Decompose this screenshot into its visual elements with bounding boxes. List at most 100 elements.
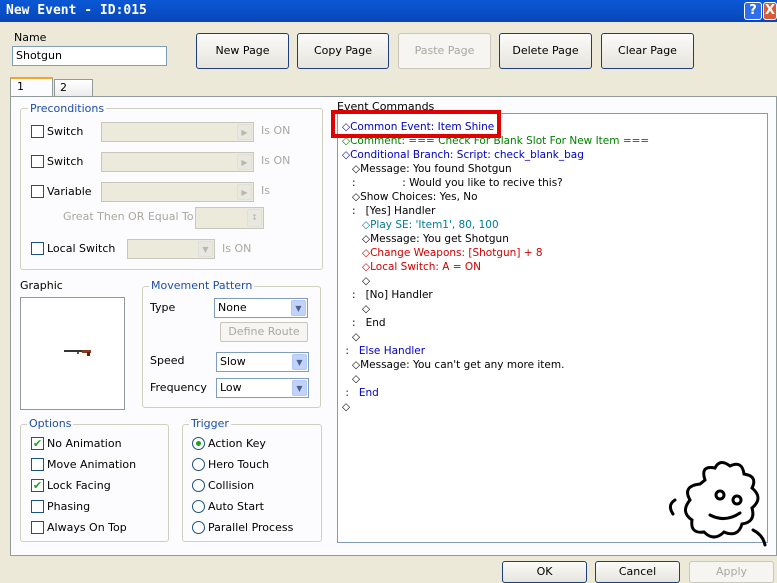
chevron-down-icon: ▼ (291, 300, 306, 316)
event-command-line[interactable]: ◇ (342, 302, 370, 316)
trigger-radio[interactable] (192, 521, 205, 534)
event-command-line[interactable]: : End (342, 386, 379, 400)
type-select[interactable]: None ▼ (214, 298, 308, 318)
event-command-line[interactable]: : End (342, 316, 386, 330)
event-command-line[interactable]: : : Would you like to recive this? (342, 176, 563, 190)
switch1-select[interactable]: ▶ (101, 122, 254, 142)
movement-legend: Movement Pattern (149, 279, 255, 292)
clear-page-button[interactable]: Clear Page (601, 33, 694, 69)
window-title: New Event - ID:015 (6, 3, 147, 18)
option-checkbox[interactable] (31, 458, 44, 471)
apply-button[interactable]: Apply (689, 561, 774, 583)
doodle-face-icon (668, 461, 767, 547)
trigger-label: Parallel Process (208, 521, 294, 534)
trigger-radio[interactable] (192, 437, 205, 450)
event-command-line[interactable]: ◇Local Switch: A = ON (342, 260, 481, 274)
option-checkbox[interactable]: ✔ (31, 437, 44, 450)
switch2-checkbox[interactable] (31, 155, 44, 168)
option-label: No Animation (47, 437, 122, 450)
event-command-line[interactable]: ◇Play SE: 'Item1', 80, 100 (342, 218, 499, 232)
name-label: Name (14, 31, 47, 44)
local-switch-checkbox[interactable] (31, 242, 44, 255)
event-command-line[interactable]: ◇Show Choices: Yes, No (342, 190, 478, 204)
option-checkbox[interactable] (31, 500, 44, 513)
option-label: Move Animation (47, 458, 137, 471)
switch2-label: Switch (47, 155, 84, 168)
variable-checkbox[interactable] (31, 185, 44, 198)
graphic-label: Graphic (20, 279, 63, 292)
name-field[interactable]: Shotgun (12, 46, 167, 66)
event-command-line[interactable]: : [Yes] Handler (342, 204, 435, 218)
switch2-select[interactable]: ▶ (101, 152, 254, 172)
local-switch-suffix: Is ON (222, 242, 252, 255)
chevron-down-icon: ▼ (198, 241, 213, 257)
options-legend: Options (27, 417, 74, 430)
tab-label: 1 (17, 80, 24, 93)
preconditions-legend: Preconditions (28, 102, 107, 115)
help-icon: ? (749, 3, 757, 18)
event-command-line[interactable]: ◇Conditional Branch: Script: check_blank… (342, 148, 584, 162)
event-command-line[interactable]: ◇ (342, 274, 370, 288)
graphic-preview[interactable] (20, 297, 125, 410)
trigger-label: Auto Start (208, 500, 264, 513)
event-command-line[interactable]: ◇Message: You get Shotgun (342, 232, 509, 246)
trigger-label: Collision (208, 479, 255, 492)
trigger-label: Action Key (208, 437, 266, 450)
tab-page-2[interactable]: 2 (54, 79, 93, 97)
frequency-select[interactable]: Low ▼ (216, 378, 309, 398)
trigger-radio[interactable] (192, 479, 205, 492)
variable-select[interactable]: ▶ (101, 182, 254, 202)
switch2-suffix: Is ON (261, 154, 291, 167)
close-button[interactable]: X (763, 2, 777, 20)
speed-label: Speed (150, 354, 185, 367)
local-switch-label: Local Switch (47, 242, 116, 255)
copy-page-button[interactable]: Copy Page (297, 33, 389, 69)
spin-icon: ↕ (247, 209, 262, 227)
option-checkbox[interactable] (31, 521, 44, 534)
new-page-button[interactable]: New Page (196, 33, 289, 69)
event-command-line[interactable]: ◇Message: You can't get any more item. (342, 358, 564, 372)
help-button[interactable]: ? (744, 2, 762, 20)
type-label: Type (150, 301, 176, 314)
variable-value-stepper[interactable]: ↕ (195, 207, 264, 229)
event-command-line[interactable]: : [No] Handler (342, 288, 433, 302)
tab-label: 2 (60, 81, 67, 94)
local-switch-select[interactable]: ▼ (127, 239, 215, 259)
event-command-line[interactable]: ◇Change Weapons: [Shotgun] + 8 (342, 246, 543, 260)
type-value: None (218, 301, 247, 314)
chevron-right-icon: ▶ (237, 154, 252, 170)
option-checkbox[interactable]: ✔ (31, 479, 44, 492)
frequency-value: Low (220, 381, 242, 394)
event-command-line[interactable]: ◇ (342, 330, 360, 344)
tab-page-1[interactable]: 1 (10, 77, 53, 98)
chevron-right-icon: ▶ (237, 124, 252, 140)
chevron-down-icon: ▼ (292, 354, 307, 370)
great-then-label: Great Then OR Equal To (63, 210, 194, 223)
speed-select[interactable]: Slow ▼ (216, 352, 309, 372)
paste-page-button[interactable]: Paste Page (398, 33, 491, 69)
delete-page-button[interactable]: Delete Page (499, 33, 592, 69)
option-label: Phasing (47, 500, 91, 513)
trigger-legend: Trigger (189, 417, 231, 430)
frequency-label: Frequency (150, 381, 207, 394)
highlight-box (331, 110, 501, 138)
define-route-button[interactable]: Define Route (220, 322, 308, 342)
variable-suffix: Is (261, 184, 270, 197)
event-command-line[interactable]: ◇ (342, 400, 350, 414)
event-command-line[interactable]: : Else Handler (342, 344, 425, 358)
ok-button[interactable]: OK (502, 561, 587, 583)
speed-value: Slow (220, 355, 246, 368)
option-label: Lock Facing (47, 479, 111, 492)
trigger-radio[interactable] (192, 458, 205, 471)
switch1-checkbox[interactable] (31, 125, 44, 138)
chevron-down-icon: ▼ (292, 380, 307, 396)
event-command-line[interactable]: ◇ (342, 372, 360, 386)
chevron-right-icon: ▶ (237, 184, 252, 200)
close-icon: X (764, 3, 776, 18)
trigger-radio[interactable] (192, 500, 205, 513)
option-label: Always On Top (47, 521, 127, 534)
event-command-line[interactable]: ◇Message: You found Shotgun (342, 162, 512, 176)
trigger-label: Hero Touch (208, 458, 270, 471)
cancel-button[interactable]: Cancel (595, 561, 680, 583)
switch1-suffix: Is ON (261, 124, 291, 137)
